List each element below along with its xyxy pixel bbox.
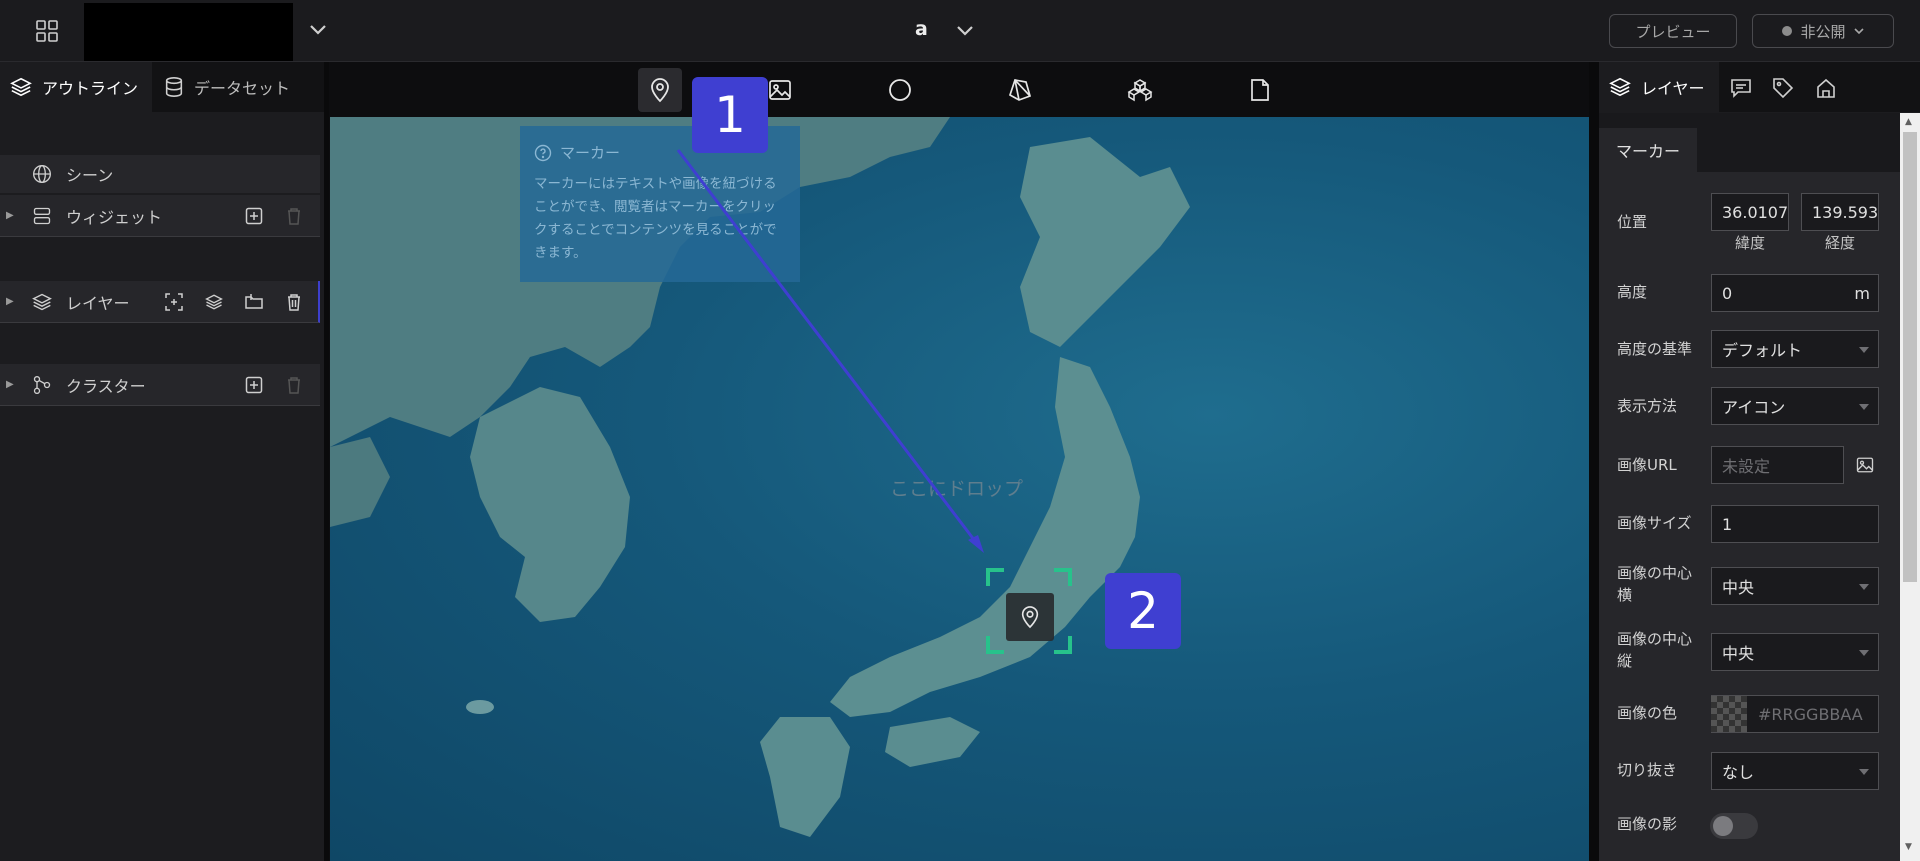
image-center-y-select[interactable]: 中央 xyxy=(1711,633,1879,671)
globe-icon xyxy=(32,164,54,184)
trash-icon[interactable] xyxy=(283,291,305,313)
preview-label: プレビュー xyxy=(1635,22,1711,41)
image-shadow-toggle[interactable] xyxy=(1710,813,1758,839)
widget-icon xyxy=(32,206,54,226)
file-icon[interactable] xyxy=(1238,68,1282,112)
widget-label: ウィジェット xyxy=(66,207,163,227)
image-color-label: 画像の色 xyxy=(1617,704,1678,722)
focus-icon[interactable] xyxy=(163,291,185,313)
comment-icon[interactable] xyxy=(1728,76,1754,100)
image-url-label: 画像URL xyxy=(1617,456,1677,474)
preview-button[interactable]: プレビュー xyxy=(1609,14,1737,48)
color-swatch[interactable] xyxy=(1711,696,1747,732)
publish-status-button[interactable]: 非公開 xyxy=(1752,14,1894,48)
tree-item-scene[interactable]: シーン xyxy=(0,155,320,193)
image-center-y-label: 画像の中心縦 xyxy=(1617,630,1693,670)
circle-icon[interactable] xyxy=(878,68,922,112)
chevron-down-icon[interactable] xyxy=(305,16,331,44)
map-marker[interactable] xyxy=(1006,593,1054,641)
scene-label: シーン xyxy=(66,166,114,185)
expand-caret-icon[interactable]: ▶ xyxy=(6,210,16,221)
longitude-input[interactable]: 139.593 xyxy=(1801,193,1879,231)
publish-label: 非公開 xyxy=(1800,22,1846,41)
add-icon[interactable] xyxy=(243,205,265,227)
tab-outline[interactable]: アウトライン xyxy=(0,62,152,112)
expand-caret-icon[interactable]: ▶ xyxy=(6,379,16,390)
database-icon xyxy=(165,77,183,97)
cluster-label: クラスター xyxy=(66,376,146,396)
trash-icon[interactable] xyxy=(283,374,305,396)
image-center-x-label: 画像の中心横 xyxy=(1617,564,1693,604)
image-shadow-label: 画像の影 xyxy=(1617,815,1678,833)
tooltip-body: マーカーにはテキストや画像を紐づけることができ、閲覧者はマーカーをクリックするこ… xyxy=(534,176,777,261)
model-icon[interactable] xyxy=(1118,68,1162,112)
scroll-up-arrow-icon[interactable]: ▲ xyxy=(1905,117,1912,127)
layer-label: レイヤー xyxy=(66,293,130,313)
latitude-label: 緯度 xyxy=(1734,234,1765,252)
chevron-down-icon xyxy=(1853,27,1864,34)
height-input[interactable]: 0 m xyxy=(1711,274,1879,312)
tab-layer-label: レイヤー xyxy=(1641,79,1705,98)
scrollbar-thumb[interactable] xyxy=(1903,132,1917,582)
image-url-placeholder: 未設定 xyxy=(1722,457,1771,476)
marker-icon[interactable] xyxy=(638,68,682,112)
height-reference-label: 高度の基準 xyxy=(1617,340,1693,358)
help-icon xyxy=(534,144,552,161)
tooltip-title: マーカー xyxy=(560,144,621,162)
height-unit: m xyxy=(1854,283,1870,303)
layers-icon xyxy=(32,292,54,312)
display-method-label: 表示方法 xyxy=(1617,397,1678,415)
trash-icon[interactable] xyxy=(283,205,305,227)
add-icon[interactable] xyxy=(243,374,265,396)
longitude-label: 経度 xyxy=(1824,234,1855,252)
chevron-down-icon[interactable] xyxy=(950,17,980,45)
tab-marker[interactable]: マーカー xyxy=(1599,128,1697,172)
drop-zone-label: ここにドロップ xyxy=(890,478,1024,500)
image-size-input[interactable]: 1 xyxy=(1711,505,1879,543)
tab-dataset[interactable]: データセット xyxy=(164,62,290,112)
toggle-knob xyxy=(1713,816,1733,836)
latitude-input[interactable]: 36.0107 xyxy=(1711,193,1789,231)
add-layer-icon[interactable] xyxy=(203,291,225,313)
display-method-select[interactable]: アイコン xyxy=(1711,387,1879,425)
tree-item-cluster[interactable]: ▶ クラスター xyxy=(0,364,320,406)
crop-label: 切り抜き xyxy=(1617,761,1678,779)
tag-icon[interactable] xyxy=(1770,76,1796,100)
project-selector[interactable] xyxy=(84,3,293,61)
tab-outline-label: アウトライン xyxy=(42,79,139,98)
layers-icon xyxy=(1609,77,1631,97)
crop-select[interactable]: なし xyxy=(1711,752,1879,790)
image-url-input[interactable]: 未設定 xyxy=(1711,446,1844,484)
image-center-x-select[interactable]: 中央 xyxy=(1711,567,1879,605)
image-color-placeholder: #RRGGBBAA xyxy=(1758,704,1863,724)
tab-layer[interactable]: レイヤー xyxy=(1599,62,1719,112)
image-size-label: 画像サイズ xyxy=(1617,514,1692,532)
tree-item-widget[interactable]: ▶ ウィジェット xyxy=(0,195,320,237)
scroll-down-arrow-icon[interactable]: ▼ xyxy=(1905,842,1912,852)
panel-divider[interactable] xyxy=(324,62,329,861)
infobox-icon[interactable] xyxy=(1813,76,1839,100)
image-picker-icon[interactable] xyxy=(1856,456,1874,474)
height-value: 0 xyxy=(1722,283,1733,303)
marker-icon xyxy=(1021,606,1039,629)
status-dot-icon xyxy=(1782,26,1793,36)
scene-title[interactable]: a xyxy=(915,18,928,40)
panel-divider[interactable] xyxy=(1589,62,1599,861)
cluster-icon xyxy=(32,375,54,395)
tool-bar xyxy=(329,62,1589,117)
height-reference-select[interactable]: デフォルト xyxy=(1711,330,1879,368)
tree-item-layer[interactable]: ▶ レイヤー xyxy=(0,281,320,323)
cube-icon[interactable] xyxy=(998,68,1042,112)
add-folder-icon[interactable] xyxy=(243,291,265,313)
annotation-badge-1: 1 xyxy=(692,77,768,153)
tab-dataset-label: データセット xyxy=(194,79,291,98)
layers-icon xyxy=(10,77,32,97)
apps-grid-icon[interactable] xyxy=(28,12,66,50)
position-label: 位置 xyxy=(1617,213,1648,231)
annotation-badge-2: 2 xyxy=(1105,573,1181,649)
expand-caret-icon[interactable]: ▶ xyxy=(6,296,16,307)
height-label: 高度 xyxy=(1617,283,1648,301)
